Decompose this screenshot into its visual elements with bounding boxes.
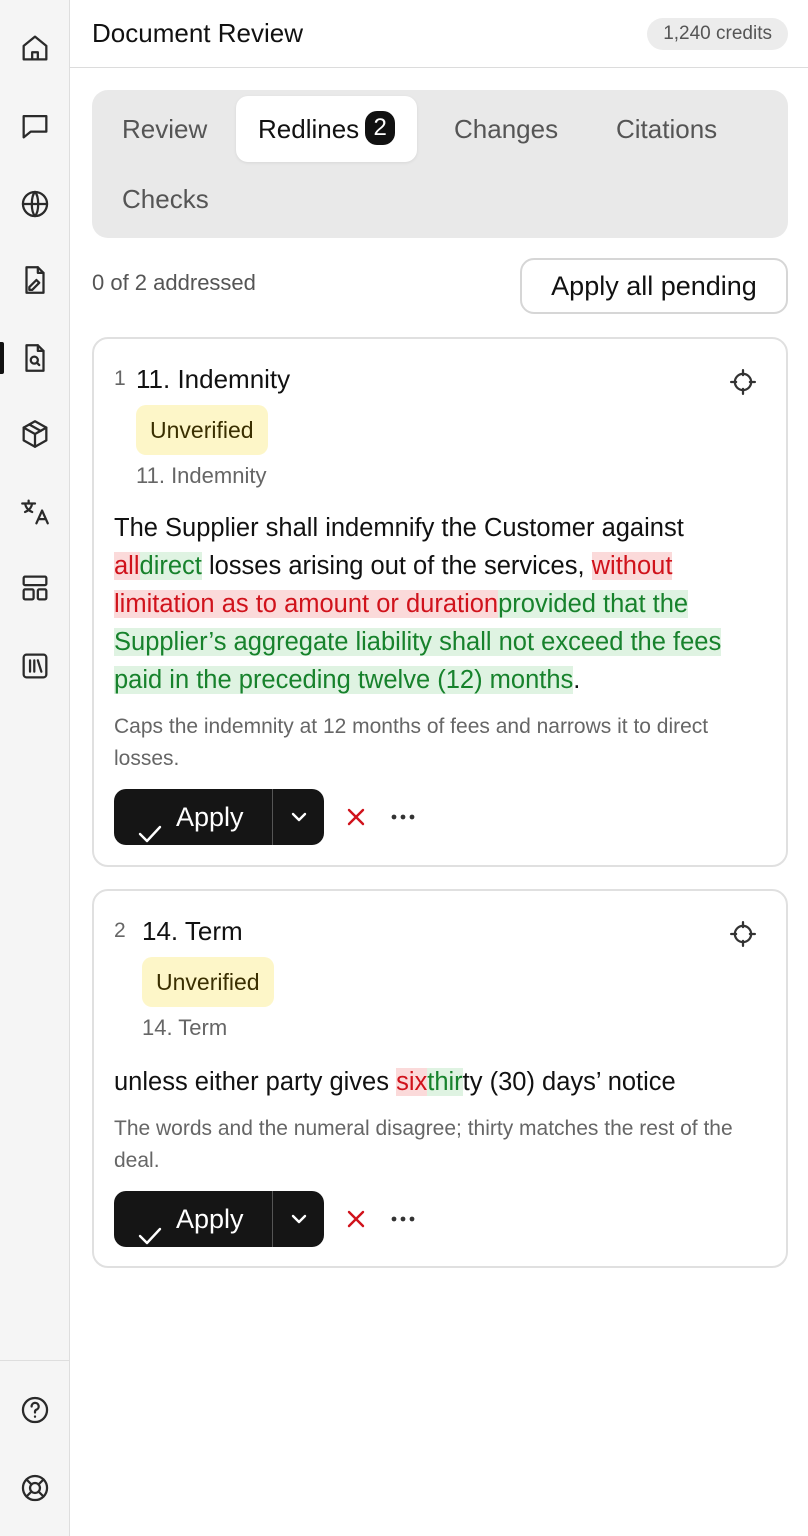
apply-button[interactable]: Apply <box>114 789 272 845</box>
rail-library-button[interactable] <box>0 638 70 694</box>
redline-title: 11. Indemnity <box>136 364 291 394</box>
more-horizontal-icon <box>391 814 415 820</box>
deleted-text: all <box>114 552 140 580</box>
redline-card: 2 14. Term Unverified 14. Term unless ei… <box>92 889 788 1268</box>
locate-button[interactable] <box>728 367 758 397</box>
clause-segment: The Supplier shall indemnify the Custome… <box>114 514 684 542</box>
inserted-text: direct <box>139 552 202 580</box>
chevron-down-icon <box>291 812 306 822</box>
close-icon <box>347 808 365 826</box>
check-icon <box>138 1209 162 1245</box>
redline-title: 14. Term <box>142 916 243 946</box>
clause-segment: losses arising out of the services, <box>201 552 592 580</box>
tab-label: Redlines <box>258 114 360 144</box>
tab-label: Checks <box>122 184 209 214</box>
redline-clause-text: The Supplier shall indemnify the Custome… <box>114 509 774 699</box>
addressed-status: 0 of 2 addressed <box>92 270 256 295</box>
rail-cube-button[interactable] <box>0 406 70 462</box>
apply-label: Apply <box>176 802 244 832</box>
rail-divider <box>0 1360 69 1361</box>
tab-checks[interactable]: Checks <box>100 166 231 232</box>
more-horizontal-icon <box>391 1216 415 1222</box>
tab-label: Changes <box>454 114 559 144</box>
chat-icon <box>22 114 48 139</box>
clause-segment: ty (30) days’ notice <box>462 1068 676 1096</box>
left-rail <box>0 0 70 1536</box>
tab-redlines[interactable]: Redlines 2 <box>236 96 418 162</box>
reject-button[interactable] <box>342 1205 370 1233</box>
apply-label: Apply <box>176 1204 244 1234</box>
locate-button[interactable] <box>728 919 758 949</box>
rail-translate-button[interactable] <box>0 484 70 540</box>
more-options-button[interactable] <box>388 803 418 831</box>
cube-icon <box>22 420 48 448</box>
clause-reference: 14. Term <box>142 1015 228 1040</box>
rail-support-button[interactable] <box>0 1460 70 1516</box>
tab-label: Citations <box>616 114 718 144</box>
tab-bar: Review Redlines 2 Changes Citations Check… <box>92 90 788 238</box>
reject-button[interactable] <box>342 803 370 831</box>
document-edit-icon <box>25 266 45 294</box>
apply-options-button[interactable] <box>272 789 324 845</box>
tab-review[interactable]: Review <box>100 96 229 162</box>
rail-document-search-button[interactable] <box>0 330 70 386</box>
rail-document-edit-button[interactable] <box>0 252 70 308</box>
header: Document Review 1,240 credits <box>70 0 808 68</box>
crosshair-icon <box>730 921 756 947</box>
more-options-button[interactable] <box>388 1205 418 1233</box>
library-icon <box>22 653 48 679</box>
help-icon <box>21 1396 49 1424</box>
redline-number: 1 <box>114 367 126 390</box>
redline-rationale: Caps the indemnity at 12 months of fees … <box>114 715 709 770</box>
document-search-icon <box>25 344 45 372</box>
credits-badge: 1,240 credits <box>647 18 788 50</box>
tab-citations[interactable]: Citations <box>594 96 739 162</box>
verification-badge: Unverified <box>136 405 268 455</box>
verification-badge: Unverified <box>142 957 274 1007</box>
redline-card: 1 11. Indemnity Unverified 11. Indemnity… <box>92 337 788 867</box>
redline-rationale: The words and the numeral disagree; thir… <box>114 1117 733 1172</box>
layout-icon <box>22 575 48 601</box>
redline-number: 2 <box>114 919 126 942</box>
translate-icon <box>21 499 49 525</box>
inserted-text: thir <box>427 1068 463 1096</box>
tab-changes[interactable]: Changes <box>432 96 580 162</box>
tab-count-badge: 2 <box>365 111 396 145</box>
clause-segment: unless either party gives <box>114 1068 397 1096</box>
apply-button[interactable]: Apply <box>114 1191 272 1247</box>
clause-segment: . <box>573 666 581 694</box>
deleted-text: six <box>396 1068 428 1096</box>
rail-layout-button[interactable] <box>0 560 70 616</box>
apply-all-pending-button[interactable]: Apply all pending <box>520 258 788 314</box>
redline-clause-text: unless either party gives sixthirty (30)… <box>114 1063 774 1101</box>
globe-icon <box>21 190 49 218</box>
crosshair-icon <box>730 369 756 395</box>
close-icon <box>347 1210 365 1228</box>
clause-reference: 11. Indemnity <box>136 463 267 488</box>
apply-options-button[interactable] <box>272 1191 324 1247</box>
check-icon <box>138 807 162 843</box>
chevron-down-icon <box>291 1214 306 1224</box>
rail-help-button[interactable] <box>0 1382 70 1438</box>
tab-label: Review <box>122 114 208 144</box>
rail-chat-button[interactable] <box>0 98 70 154</box>
support-icon <box>21 1474 49 1502</box>
rail-globe-button[interactable] <box>0 176 70 232</box>
page-title: Document Review <box>92 18 303 48</box>
home-icon <box>22 35 48 61</box>
rail-home-button[interactable] <box>0 20 70 76</box>
